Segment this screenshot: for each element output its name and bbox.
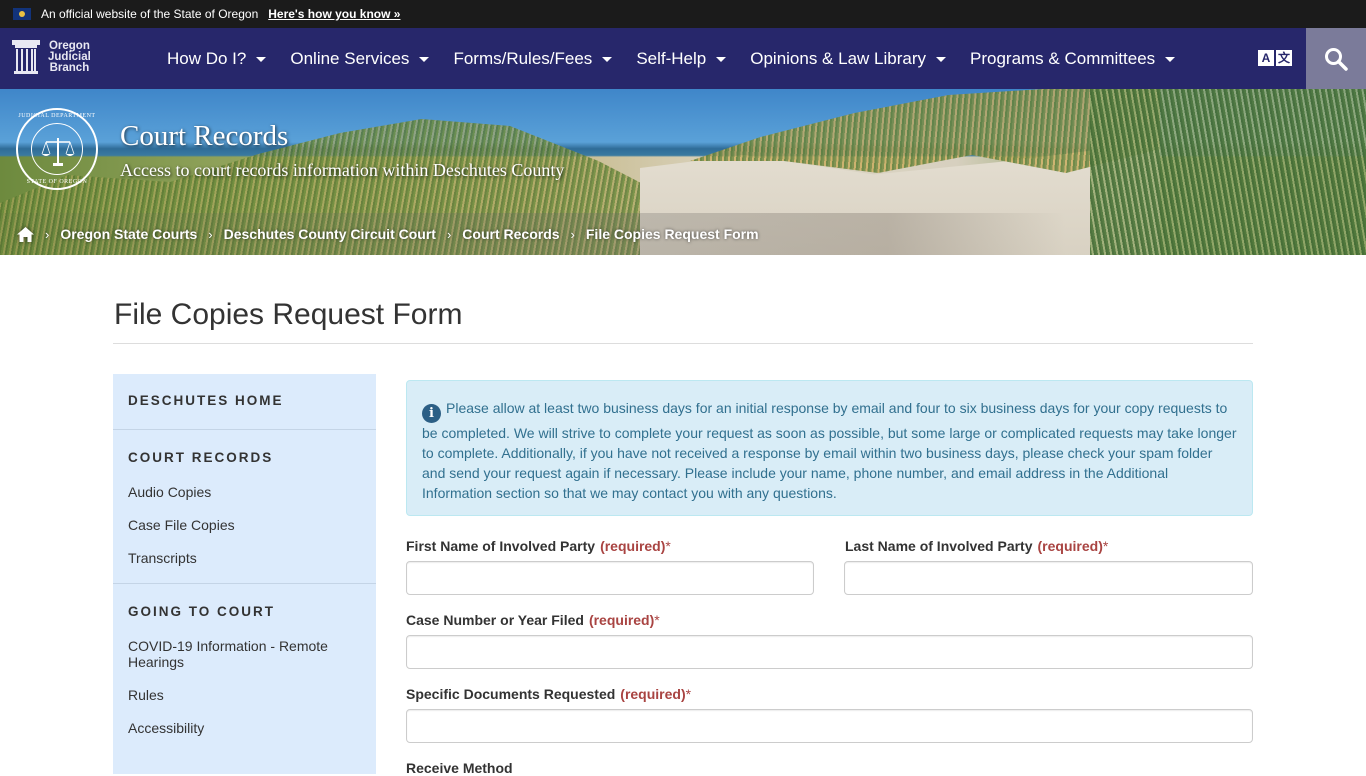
field-label-text: Last Name of Involved Party (845, 538, 1033, 554)
field-label-text: First Name of Involved Party (406, 538, 596, 554)
sidebar-section-court-records: COURT RECORDS Audio Copies Case File Cop… (113, 430, 376, 584)
chevron-right-icon: › (45, 226, 50, 242)
nav-item-online-services[interactable]: Online Services (290, 48, 430, 69)
required-star: * (1102, 538, 1109, 554)
translate-icon-latin: A (1258, 50, 1274, 66)
required-indicator: (required)* (620, 686, 691, 702)
required-star: * (654, 612, 660, 628)
nav-item-label: Programs & Committees (970, 48, 1156, 68)
caret-down-icon (1165, 57, 1176, 62)
nav-item-self-help[interactable]: Self-Help (636, 48, 727, 69)
nav-item-label: Forms/Rules/Fees (453, 48, 593, 68)
nav-menu: How Do I? Online Services Forms/Rules/Fe… (155, 28, 1187, 89)
translate-button[interactable]: A 文 (1258, 50, 1292, 66)
hero-banner: JUDICIAL DEPARTMENT STATE OF OREGON Cour… (0, 89, 1366, 255)
scales-of-justice-icon (41, 138, 75, 166)
breadcrumb-current-page: File Copies Request Form (585, 226, 759, 242)
last-name-input[interactable] (844, 561, 1253, 595)
required-text: (required) (1037, 538, 1103, 554)
caret-down-icon (602, 57, 613, 62)
required-indicator: (required)* (600, 538, 671, 554)
ojd-logo-link[interactable]: Oregon Judicial Branch (12, 40, 91, 74)
official-website-text: An official website of the State of Oreg… (41, 7, 259, 21)
first-name-label: First Name of Involved Party (required)* (406, 538, 671, 554)
oregon-flag-icon (13, 8, 31, 20)
required-indicator: (required)* (589, 612, 660, 628)
required-text: (required) (600, 538, 666, 554)
sidebar-heading: COURT RECORDS (128, 450, 274, 465)
seal-text-bottom: STATE OF OREGON (26, 179, 88, 185)
sidebar-heading: GOING TO COURT (128, 604, 276, 619)
info-icon: i (422, 404, 441, 423)
search-button[interactable] (1306, 28, 1366, 89)
required-text: (required) (588, 612, 655, 628)
caret-down-icon (419, 57, 430, 62)
nav-item-label: Online Services (290, 48, 410, 68)
alert-text: Please allow at least two business days … (422, 400, 1237, 501)
sidebar-item-case-file-copies[interactable]: Case File Copies (113, 509, 376, 542)
nav-item-programs-committees[interactable]: Programs & Committees (970, 48, 1176, 69)
sidebar-item-accessibility[interactable]: Accessibility (113, 712, 376, 745)
field-label-text: Receive Method (406, 760, 513, 776)
sidebar-item-deschutes-home[interactable]: DESCHUTES HOME (113, 374, 376, 429)
translate-icon-cjk: 文 (1276, 50, 1292, 66)
main-navigation: Oregon Judicial Branch How Do I? Online … (0, 28, 1366, 89)
last-name-label: Last Name of Involved Party (required)* (845, 538, 1108, 554)
brand-line-3: Branch (49, 61, 90, 74)
case-number-input[interactable] (406, 635, 1253, 669)
sidebar-section-going-to-court: GOING TO COURT COVID-19 Information - Re… (113, 584, 376, 753)
title-divider (113, 343, 1253, 344)
receive-method-label: Receive Method (406, 760, 513, 776)
sidebar-item-transcripts[interactable]: Transcripts (113, 542, 376, 575)
documents-requested-input[interactable] (406, 709, 1253, 743)
sidebar-item-rules[interactable]: Rules (113, 679, 376, 712)
field-label-text: Case Number or Year Filed (406, 612, 584, 628)
info-alert: i Please allow at least two business days… (406, 380, 1253, 516)
chevron-right-icon: › (208, 226, 213, 242)
nav-item-label: How Do I? (167, 48, 247, 68)
nav-item-opinions-law-library[interactable]: Opinions & Law Library (750, 49, 946, 69)
seal-text-top: JUDICIAL DEPARTMENT (18, 113, 96, 119)
nav-item-label: Opinions & Law Library (750, 48, 926, 68)
case-number-label: Case Number or Year Filed (required)* (406, 612, 660, 628)
documents-requested-label: Specific Documents Requested (required)* (406, 686, 691, 702)
page-title: File Copies Request Form (114, 298, 463, 331)
search-icon (1325, 47, 1348, 71)
nav-item-label: Self-Help (636, 48, 707, 68)
heres-how-you-know-link[interactable]: Here's how you know » (268, 7, 400, 21)
breadcrumb-court-records[interactable]: Court Records (462, 226, 559, 242)
sidebar-nav: DESCHUTES HOME COURT RECORDS Audio Copie… (113, 374, 376, 774)
chevron-right-icon: › (570, 226, 575, 242)
breadcrumb: › Oregon State Courts › Deschutes County… (0, 213, 1366, 255)
required-star: * (665, 538, 671, 554)
brand-line-1: Oregon (48, 39, 90, 52)
breadcrumb-oregon-state-courts[interactable]: Oregon State Courts (60, 226, 197, 242)
section-title: Court Records (120, 120, 289, 152)
section-subtitle: Access to court records information with… (120, 160, 565, 180)
breadcrumb-deschutes-circuit-court[interactable]: Deschutes County Circuit Court (224, 226, 436, 242)
chevron-right-icon: › (446, 226, 452, 242)
required-text: (required) (620, 686, 686, 702)
official-website-banner: An official website of the State of Oreg… (0, 0, 1366, 28)
first-name-input[interactable] (406, 561, 814, 595)
home-icon[interactable] (17, 226, 34, 242)
sidebar-item-covid-19-info[interactable]: COVID-19 Information - Remote Hearings (113, 630, 376, 679)
brand-name: Oregon Judicial Branch (48, 39, 91, 74)
caret-down-icon (716, 57, 727, 62)
field-label-text: Specific Documents Requested (406, 686, 616, 702)
required-star: * (685, 686, 692, 702)
judicial-department-seal: JUDICIAL DEPARTMENT STATE OF OREGON (16, 108, 98, 190)
nav-item-forms-rules-fees[interactable]: Forms/Rules/Fees (453, 48, 613, 69)
column-icon (12, 40, 40, 74)
caret-down-icon (936, 57, 946, 62)
caret-down-icon (256, 57, 267, 62)
brand-line-2: Judicial (48, 50, 91, 63)
sidebar-item-audio-copies[interactable]: Audio Copies (113, 476, 376, 509)
nav-item-how-do-i[interactable]: How Do I? (167, 48, 267, 69)
required-indicator: (required)* (1038, 538, 1109, 554)
